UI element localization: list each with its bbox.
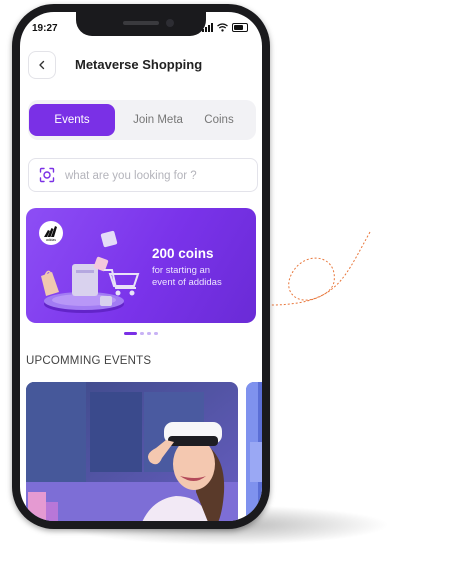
- battery-icon: [232, 23, 248, 32]
- page-title: Metaverse Shopping: [75, 57, 203, 72]
- carousel-dot[interactable]: [140, 332, 144, 335]
- tab-coins[interactable]: Coins: [192, 104, 246, 136]
- phone-screen: 19:27 Metaverse Shopping Events Join Met…: [20, 12, 262, 521]
- svg-text:adidas: adidas: [46, 238, 56, 242]
- search-input[interactable]: [63, 165, 252, 187]
- status-time: 19:27: [32, 23, 58, 34]
- wifi-icon: [217, 23, 228, 32]
- notch: [76, 12, 206, 36]
- upcoming-events-title: UPCOMMING EVENTS: [26, 355, 152, 367]
- event-card[interactable]: [26, 382, 238, 521]
- event-image: [246, 382, 262, 521]
- scan-icon[interactable]: [39, 167, 55, 183]
- tab-bar: Events Join Meta Coins: [28, 100, 256, 140]
- carousel-indicator: [124, 332, 158, 335]
- carousel-dot[interactable]: [124, 332, 137, 335]
- promo-banner[interactable]: adidas 200 coins for starting an event o…: [26, 208, 256, 323]
- app-header: Metaverse Shopping: [20, 48, 262, 88]
- chevron-left-icon: [39, 60, 45, 70]
- status-icons: [202, 23, 248, 32]
- event-card[interactable]: [246, 382, 262, 521]
- banner-subtext-line2: event of addidas: [152, 277, 222, 288]
- phone-frame: 19:27 Metaverse Shopping Events Join Met…: [12, 4, 270, 529]
- tab-join-meta[interactable]: Join Meta: [124, 104, 192, 136]
- signal-icon: [202, 23, 213, 32]
- adidas-logo: adidas: [39, 221, 63, 245]
- carousel-dot[interactable]: [154, 332, 158, 335]
- vr-event-image: [26, 382, 238, 521]
- shopping-illustration: adidas: [39, 221, 140, 313]
- banner-headline: 200 coins: [152, 246, 214, 261]
- banner-subtext-line1: for starting an: [152, 265, 211, 276]
- tab-events[interactable]: Events: [29, 104, 115, 136]
- front-camera: [166, 19, 174, 27]
- search-bar: [28, 158, 258, 192]
- speaker: [123, 21, 159, 25]
- carousel-dot[interactable]: [147, 332, 151, 335]
- back-button[interactable]: [28, 51, 56, 79]
